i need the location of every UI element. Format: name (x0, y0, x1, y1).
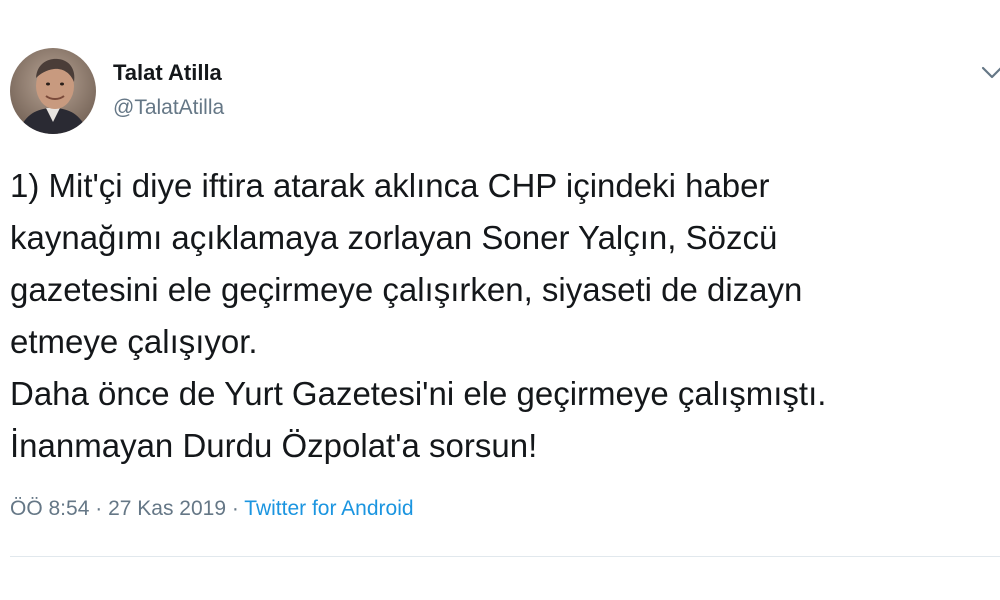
display-name[interactable]: Talat Atilla (113, 60, 222, 86)
tweet-text-line: gazetesini ele geçirmeye çalışırken, siy… (10, 271, 803, 308)
avatar[interactable] (10, 48, 96, 134)
tweet-text-line: Daha önce de Yurt Gazetesi'ni ele geçirm… (10, 375, 827, 412)
tweet-text-line: 1) Mit'çi diye iftira atarak aklınca CHP… (10, 167, 770, 204)
user-handle[interactable]: @TalatAtilla (113, 96, 224, 120)
divider (10, 556, 1000, 557)
tweet-text-line: İnanmayan Durdu Özpolat'a sorsun! (10, 427, 538, 464)
chevron-down-icon[interactable] (980, 64, 1000, 82)
tweet-source-link[interactable]: Twitter for Android (244, 497, 413, 520)
meta-separator: · (226, 497, 245, 520)
tweet-meta: ÖÖ 8:54 · 27 Kas 2019 · Twitter for Andr… (10, 497, 414, 521)
tweet-date[interactable]: 27 Kas 2019 (108, 497, 226, 520)
tweet-text-line: etmeye çalışıyor. (10, 323, 258, 360)
tweet-text-line: kaynağımı açıklamaya zorlayan Soner Yalç… (10, 219, 778, 256)
meta-separator: · (89, 497, 109, 520)
tweet-text: 1) Mit'çi diye iftira atarak aklınca CHP… (10, 160, 995, 472)
tweet-card: Talat Atilla @TalatAtilla 1) Mit'çi diye… (0, 0, 1000, 600)
tweet-time[interactable]: ÖÖ 8:54 (10, 497, 89, 520)
